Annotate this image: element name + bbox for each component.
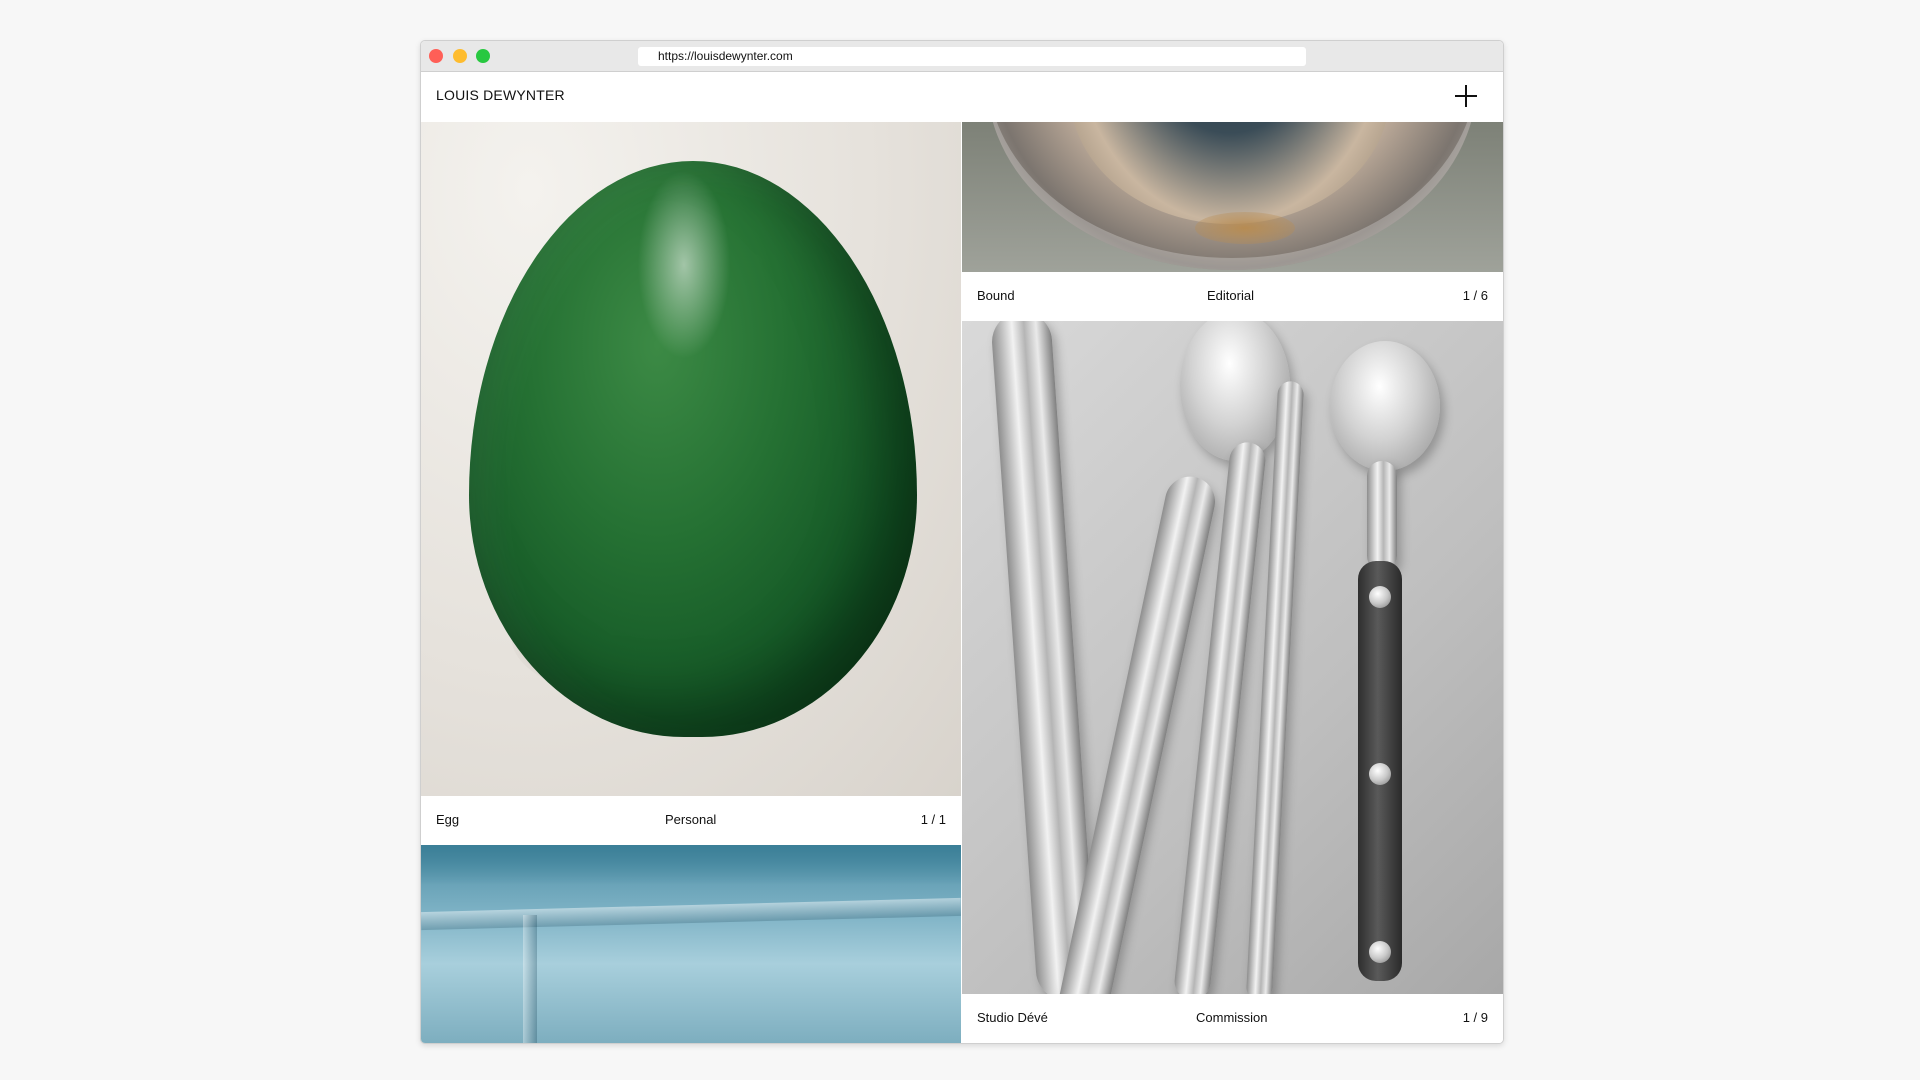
rivet-2 (1369, 763, 1391, 785)
spoon-neck (1367, 461, 1397, 571)
project-title: Studio Dévé (977, 1010, 1048, 1025)
project-category: Editorial (1207, 288, 1254, 303)
project-image-bound[interactable] (962, 122, 1503, 272)
maximize-window-button[interactable] (476, 49, 490, 63)
site-brand[interactable]: LOUIS DEWYNTER (436, 87, 565, 103)
close-window-button[interactable] (429, 49, 443, 63)
rivet-3 (1369, 941, 1391, 963)
green-egg-photo (469, 161, 917, 737)
project-caption-studio-deve[interactable]: Studio Dévé Commission 1 / 9 (962, 994, 1503, 1043)
project-category: Commission (1196, 1010, 1268, 1025)
plus-icon[interactable] (1455, 85, 1477, 107)
browser-window: https://louisdewynter.com LOUIS DEWYNTER… (420, 40, 1504, 1044)
project-image-studio-deve[interactable] (962, 321, 1503, 994)
browser-toolbar: https://louisdewynter.com (421, 41, 1503, 72)
paper-shadow (421, 845, 961, 885)
address-bar[interactable]: https://louisdewynter.com (638, 47, 1306, 66)
project-category: Personal (665, 812, 717, 827)
spoon-bowl-2 (1330, 341, 1440, 471)
spoon-bowl-1 (1180, 321, 1290, 461)
project-caption-egg[interactable]: Egg Personal 1 / 1 (421, 796, 961, 844)
paper-fold-horizontal (421, 897, 961, 931)
site-header: LOUIS DEWYNTER (421, 72, 1503, 122)
project-image-egg[interactable] (421, 122, 961, 796)
paper-fold-vertical (523, 915, 537, 1043)
project-counter: 1 / 1 (920, 812, 946, 827)
project-title: Bound (977, 288, 1015, 303)
project-title: Egg (436, 812, 460, 827)
project-image-blue-paper[interactable] (421, 845, 961, 1043)
project-caption-bound[interactable]: Bound Editorial 1 / 6 (962, 272, 1503, 320)
project-counter: 1 / 9 (1462, 1010, 1488, 1025)
minimize-window-button[interactable] (453, 49, 467, 63)
bowl-stain (1195, 212, 1295, 244)
project-counter: 1 / 6 (1462, 288, 1488, 303)
rivet-1 (1369, 586, 1391, 608)
